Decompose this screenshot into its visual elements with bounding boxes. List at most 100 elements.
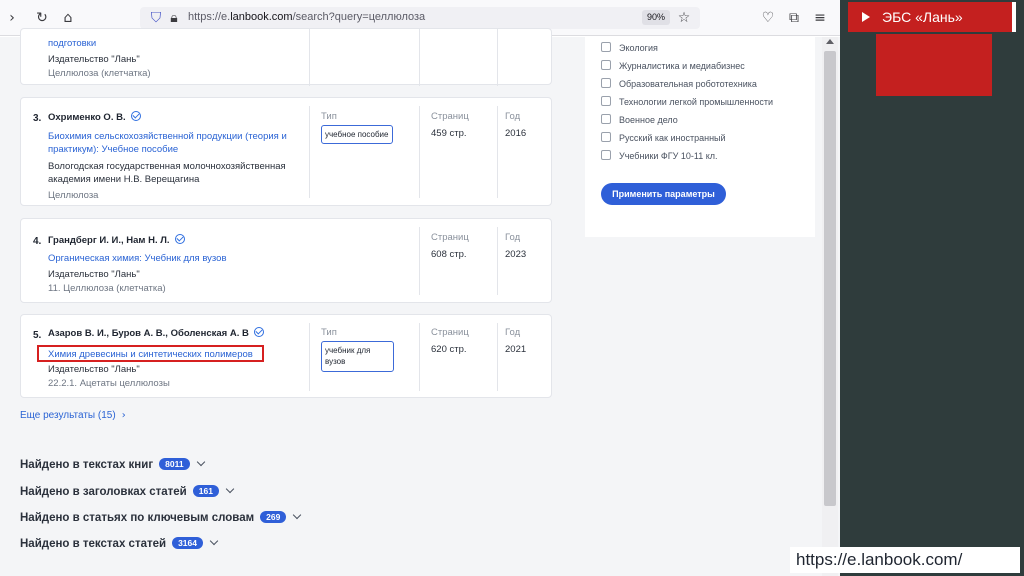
verified-icon [174, 234, 185, 244]
result-title[interactable]: Органическая химия: Учебник для вузов [48, 252, 298, 265]
checkbox[interactable] [601, 60, 611, 70]
checkbox[interactable] [601, 96, 611, 106]
filter-checkbox[interactable]: Экология [601, 42, 658, 53]
filter-checkbox[interactable]: Образовательная робототехника [601, 78, 757, 89]
url-prefix: https://e. [188, 11, 231, 23]
slide-title: ЭБС «Лань» [862, 9, 963, 25]
checkbox[interactable] [601, 42, 611, 52]
filter-label: Образовательная робототехника [619, 79, 757, 89]
checkbox[interactable] [601, 150, 611, 160]
divider [419, 323, 420, 391]
found-group-label: Найдено в статьях по ключевым словам [20, 512, 255, 524]
divider [309, 106, 310, 198]
scroll-up-arrow-icon[interactable] [826, 39, 834, 44]
verified-icon [253, 327, 264, 337]
year-header: Год [505, 327, 521, 338]
highlight-frame [37, 345, 264, 362]
url-path: /search?query=целлюлоза [292, 11, 426, 23]
divider [419, 29, 420, 86]
more-results-label: Еще результаты (15) [20, 410, 116, 421]
browser-screenshot: › ↻ ⌂ ⛉ 🔒︎ https://e.lanbook.com/search?… [0, 0, 840, 576]
found-group[interactable]: Найдено в статьях по ключевым словам 269 [20, 510, 302, 524]
scrollbar[interactable] [822, 37, 838, 576]
year-value: 2016 [505, 128, 527, 139]
lock-icon: 🔒︎ [170, 10, 178, 26]
decorative-red-block [876, 34, 992, 96]
shield-icon[interactable]: ⛉ [148, 10, 164, 26]
home-icon[interactable]: ⌂ [60, 10, 76, 26]
result-card: 3. Охрименко О. В. Биохимия сельскохозяй… [20, 97, 552, 206]
filter-checkbox[interactable]: Русский как иностранный [601, 132, 726, 143]
result-authors: Грандберг И. И., Нам Н. Л. [48, 234, 185, 246]
pages-value: 608 стр. [431, 249, 467, 260]
result-publisher: Издательство "Лань" [48, 54, 140, 65]
result-publisher: Вологодская государственная молочнохозяй… [48, 161, 286, 185]
count-badge: 3164 [172, 537, 203, 549]
apply-filters-button[interactable]: Применить параметры [601, 183, 726, 205]
type-header: Тип [321, 111, 337, 122]
menu-icon[interactable]: ≡ [812, 10, 828, 26]
found-group-label: Найдено в заголовках статей [20, 486, 187, 498]
chevron-right-icon[interactable]: › [4, 10, 20, 26]
result-card: подготовки Издательство "Лань" Целлюлоза… [20, 28, 552, 86]
reload-icon[interactable]: ↻ [34, 10, 50, 26]
triangle-bullet-icon [862, 12, 870, 22]
authors-text: Грандберг И. И., Нам Н. Л. [48, 235, 170, 246]
checkbox[interactable] [601, 114, 611, 124]
filter-checkbox[interactable]: Журналистика и медиабизнес [601, 60, 745, 71]
url-bar[interactable]: ⛉ 🔒︎ https://e.lanbook.com/search?query=… [140, 7, 700, 29]
checkbox[interactable] [601, 132, 611, 142]
result-title[interactable]: Биохимия сельскохозяйственной продукции … [48, 130, 298, 156]
result-authors: Азаров В. И., Буров А. В., Оболенская А.… [48, 327, 264, 339]
chevron-down-icon [209, 536, 219, 546]
authors-text: Охрименко О. В. [48, 112, 126, 123]
pages-value: 459 стр. [431, 128, 467, 139]
found-group[interactable]: Найдено в текстах книг 8011 [20, 457, 205, 471]
pocket-icon[interactable]: ♡ [760, 10, 776, 26]
pages-header: Страниц [431, 232, 469, 243]
url-text[interactable]: https://e.lanbook.com/search?query=целлю… [188, 11, 425, 23]
year-value: 2023 [505, 249, 527, 260]
slide-footer-url: https://e.lanbook.com/ [790, 547, 1020, 573]
checkbox[interactable] [601, 78, 611, 88]
authors-text: Азаров В. И., Буров А. В., Оболенская А.… [48, 328, 249, 339]
result-authors: Охрименко О. В. [48, 111, 141, 123]
chevron-right-icon: › [121, 410, 126, 421]
filter-label: Журналистика и медиабизнес [619, 61, 745, 71]
extensions-icon[interactable]: ⧉ [786, 10, 802, 26]
pages-value: 620 стр. [431, 344, 467, 355]
result-section: Целлюлоза (клетчатка) [48, 68, 151, 79]
scrollbar-thumb[interactable] [824, 51, 836, 506]
found-group-label: Найдено в текстах статей [20, 538, 167, 550]
slide-title-text: ЭБС «Лань» [882, 9, 963, 25]
filter-checkbox[interactable]: Учебники ФГУ 10-11 кл. [601, 150, 718, 161]
more-results-link[interactable]: Еще результаты (15) › [20, 410, 126, 421]
result-section: 11. Целлюлоза (клетчатка) [48, 283, 166, 294]
pages-header: Страниц [431, 111, 469, 122]
result-number: 3. [33, 113, 42, 124]
found-group[interactable]: Найдено в текстах статей 3164 [20, 536, 219, 550]
result-title[interactable]: подготовки [48, 37, 298, 50]
result-number: 5. [33, 330, 42, 341]
filter-checkbox[interactable]: Технологии легкой промышленности [601, 96, 773, 107]
type-header: Тип [321, 327, 337, 338]
filter-label: Технологии легкой промышленности [619, 97, 773, 107]
filter-label: Русский как иностранный [619, 133, 726, 143]
divider [497, 106, 498, 198]
filter-checkbox[interactable]: Военное дело [601, 114, 678, 125]
filters-panel: Экология Журналистика и медиабизнес Обра… [585, 37, 815, 237]
found-group[interactable]: Найдено в заголовках статей 161 [20, 484, 235, 498]
divider [419, 227, 420, 295]
bookmark-star-icon[interactable]: ☆ [676, 10, 692, 26]
result-section: Целлюлоза [48, 190, 99, 201]
found-group-label: Найдено в текстах книг [20, 459, 154, 471]
type-badge: учебное пособие [321, 125, 393, 144]
filter-label: Учебники ФГУ 10-11 кл. [619, 151, 718, 161]
count-badge: 8011 [159, 458, 190, 470]
type-badge: учебник для вузов [321, 341, 394, 372]
zoom-level[interactable]: 90% [642, 10, 671, 25]
divider [497, 29, 498, 86]
filter-label: Военное дело [619, 115, 678, 125]
result-number: 4. [33, 236, 42, 247]
chevron-down-icon [225, 484, 235, 494]
